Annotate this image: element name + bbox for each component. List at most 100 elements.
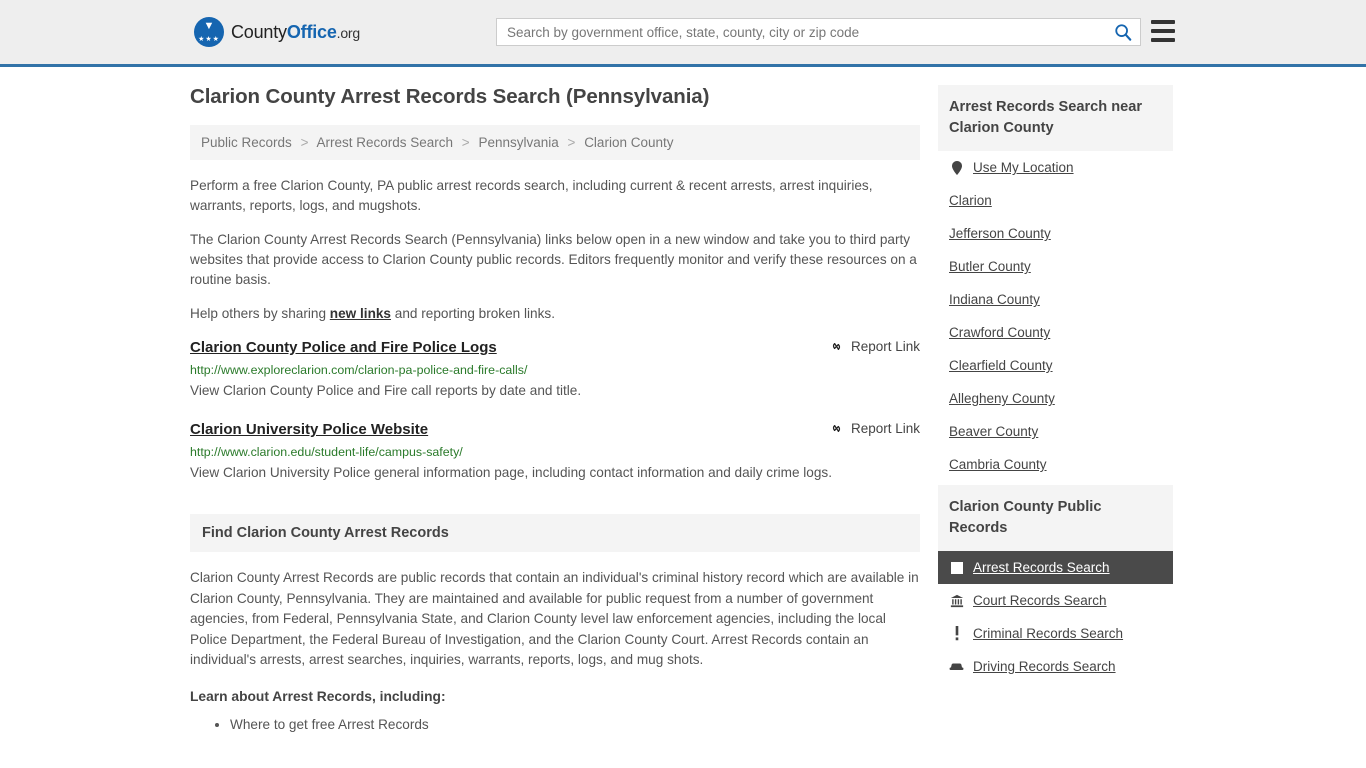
report-link-button[interactable]: Report Link — [829, 339, 920, 354]
breadcrumb-item-arrest-records-search[interactable]: Arrest Records Search — [316, 135, 453, 150]
sidebar-item-label: Jefferson County — [949, 226, 1051, 241]
exclamation-icon — [949, 626, 964, 641]
list-item: Criminal Records Search — [938, 617, 1173, 650]
link-entry: Clarion University Police Website Report… — [190, 420, 920, 484]
public-records-box: Clarion County Public Records Arrest Rec… — [938, 485, 1173, 683]
search-bar[interactable] — [496, 18, 1141, 46]
sidebar-item-label: Beaver County — [949, 424, 1039, 439]
sidebar-item-clarion[interactable]: Clarion — [938, 184, 1173, 217]
find-records-body: Clarion County Arrest Records are public… — [190, 570, 919, 667]
intro-paragraph-1: Perform a free Clarion County, PA public… — [190, 178, 873, 213]
hamburger-bar — [1151, 38, 1175, 42]
broken-link-icon — [832, 343, 841, 350]
sidebar-item-label: Cambria County — [949, 457, 1047, 472]
search-input[interactable] — [497, 19, 1106, 45]
list-item: Court Records Search — [938, 584, 1173, 617]
site-header: ▼ ★★★ CountyOffice.org — [0, 0, 1366, 67]
link-entry: Clarion County Police and Fire Police Lo… — [190, 338, 920, 402]
broken-link-icon — [832, 425, 841, 432]
intro-paragraph-2: The Clarion County Arrest Records Search… — [190, 232, 917, 287]
breadcrumb: Public Records > Arrest Records Search >… — [190, 125, 920, 160]
list-item: Indiana County — [938, 283, 1173, 316]
result-link-description: View Clarion University Police general i… — [190, 465, 832, 480]
car-icon — [949, 661, 964, 672]
sidebar-item-arrest-records-search[interactable]: Arrest Records Search — [938, 551, 1173, 584]
list-item: Butler County — [938, 250, 1173, 283]
report-link-label: Report Link — [850, 339, 920, 354]
site-logo[interactable]: ▼ ★★★ CountyOffice.org — [194, 17, 360, 47]
list-item: Clearfield County — [938, 349, 1173, 382]
result-link-url[interactable]: http://www.clarion.edu/student-life/camp… — [190, 442, 920, 462]
sidebar-item-label: Allegheny County — [949, 391, 1055, 406]
learn-about-heading: Learn about Arrest Records, including: — [190, 688, 446, 704]
new-links-link[interactable]: new links — [330, 306, 391, 321]
sidebar-item-allegheny-county[interactable]: Allegheny County — [938, 382, 1173, 415]
share-suffix: and reporting broken links. — [391, 306, 555, 321]
learn-about-list: Where to get free Arrest Records — [190, 714, 920, 736]
nearby-records-heading: Arrest Records Search near Clarion Count… — [938, 85, 1173, 151]
list-item: Cambria County — [938, 448, 1173, 481]
nearby-records-list: Use My Location Clarion Jefferson County — [938, 151, 1173, 481]
list-item: Driving Records Search — [938, 650, 1173, 683]
white-square-icon — [949, 561, 964, 574]
list-item: Use My Location — [938, 151, 1173, 184]
sidebar-item-label: Clarion — [949, 193, 992, 208]
list-item: Allegheny County — [938, 382, 1173, 415]
sidebar-item-criminal-records-search[interactable]: Criminal Records Search — [938, 617, 1173, 650]
sidebar-item-label: Clearfield County — [949, 358, 1053, 373]
sidebar-item-beaver-county[interactable]: Beaver County — [938, 415, 1173, 448]
sidebar-item-label: Crawford County — [949, 325, 1051, 340]
list-item: Where to get free Arrest Records — [230, 714, 920, 736]
search-button[interactable] — [1106, 19, 1140, 45]
eagle-emblem-icon: ▼ ★★★ — [194, 17, 224, 47]
list-item: Arrest Records Search — [938, 551, 1173, 584]
share-prefix: Help others by sharing — [190, 306, 330, 321]
sidebar-item-label: Indiana County — [949, 292, 1040, 307]
sidebar-item-court-records-search[interactable]: Court Records Search — [938, 584, 1173, 617]
map-pin-icon — [949, 160, 964, 175]
report-link-button[interactable]: Report Link — [829, 421, 920, 436]
courthouse-icon — [949, 594, 964, 608]
sidebar-item-label: Butler County — [949, 259, 1031, 274]
result-link-description: View Clarion County Police and Fire call… — [190, 383, 582, 398]
page-title: Clarion County Arrest Records Search (Pe… — [190, 85, 710, 108]
breadcrumb-separator: > — [300, 135, 309, 150]
breadcrumb-item-public-records[interactable]: Public Records — [201, 135, 292, 150]
hamburger-menu-icon[interactable] — [1151, 20, 1175, 42]
brand-text: CountyOffice.org — [231, 22, 360, 43]
public-records-heading: Clarion County Public Records — [938, 485, 1173, 551]
report-link-label: Report Link — [850, 421, 920, 436]
sidebar-item-crawford-county[interactable]: Crawford County — [938, 316, 1173, 349]
sidebar-item-label: Use My Location — [973, 160, 1074, 175]
list-item: Clarion — [938, 184, 1173, 217]
find-records-heading: Find Clarion County Arrest Records — [190, 514, 920, 552]
breadcrumb-separator: > — [461, 135, 470, 150]
breadcrumb-separator: > — [567, 135, 576, 150]
sidebar-item-driving-records-search[interactable]: Driving Records Search — [938, 650, 1173, 683]
sidebar-item-clearfield-county[interactable]: Clearfield County — [938, 349, 1173, 382]
sidebar-item-cambria-county[interactable]: Cambria County — [938, 448, 1173, 481]
main-content: Clarion County Arrest Records Search (Pe… — [190, 85, 920, 742]
sidebar-item-label: Driving Records Search — [973, 659, 1116, 674]
sidebar-item-label: Criminal Records Search — [973, 626, 1124, 641]
sidebar-item-jefferson-county[interactable]: Jefferson County — [938, 217, 1173, 250]
breadcrumb-item-clarion-county[interactable]: Clarion County — [584, 135, 673, 150]
public-records-list: Arrest Records Search Court Records Sear… — [938, 551, 1173, 683]
breadcrumb-item-pennsylvania[interactable]: Pennsylvania — [478, 135, 558, 150]
nearby-records-box: Arrest Records Search near Clarion Count… — [938, 85, 1173, 481]
brand-tld: .org — [336, 24, 361, 41]
sidebar-item-use-my-location[interactable]: Use My Location — [938, 151, 1173, 184]
share-links-paragraph: Help others by sharing new links and rep… — [190, 304, 920, 324]
result-link-url[interactable]: http://www.exploreclarion.com/clarion-pa… — [190, 360, 920, 380]
list-item: Crawford County — [938, 316, 1173, 349]
sidebar-item-indiana-county[interactable]: Indiana County — [938, 283, 1173, 316]
page-body: Clarion County Arrest Records Search (Pe… — [0, 67, 1366, 742]
result-link-title[interactable]: Clarion University Police Website — [190, 420, 428, 440]
sidebar: Arrest Records Search near Clarion Count… — [938, 85, 1173, 742]
list-item: Jefferson County — [938, 217, 1173, 250]
sidebar-item-label: Arrest Records Search — [973, 560, 1110, 575]
search-icon — [1115, 24, 1132, 41]
sidebar-item-butler-county[interactable]: Butler County — [938, 250, 1173, 283]
result-link-title[interactable]: Clarion County Police and Fire Police Lo… — [190, 338, 497, 358]
hamburger-bar — [1151, 20, 1175, 24]
